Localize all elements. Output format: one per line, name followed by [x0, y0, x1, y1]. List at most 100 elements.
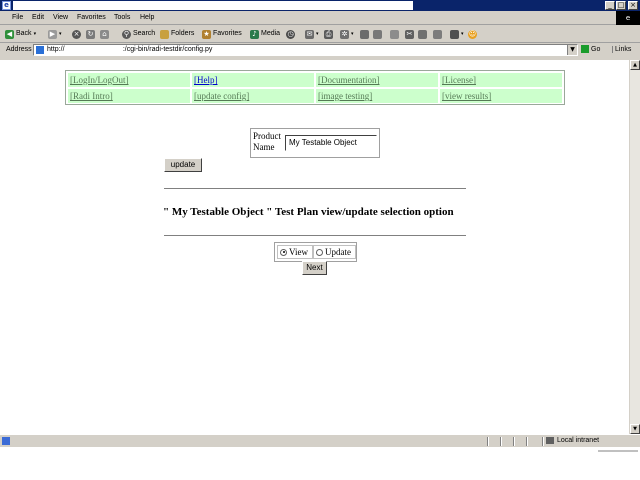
sync-icon [450, 29, 459, 39]
nav-cell-license: [License] [439, 72, 563, 88]
radio-update-button[interactable] [316, 248, 323, 256]
menu-view[interactable]: View [53, 14, 68, 21]
nav-link-license[interactable]: [License] [442, 75, 476, 85]
radio-view-option[interactable]: View [277, 245, 313, 259]
nav-link-help[interactable]: [Help] [194, 75, 218, 85]
product-name-label: Product Name [253, 131, 281, 152]
research-button[interactable] [390, 28, 399, 40]
discuss-button[interactable] [360, 28, 369, 40]
ie-window-icon[interactable]: e [2, 1, 11, 10]
home-icon: ⌂ [100, 29, 109, 39]
cut-button[interactable]: ✂ [405, 28, 414, 40]
mail-dropdown-icon[interactable]: ▾ [316, 28, 319, 40]
search-button[interactable]: ⚲ Search [122, 28, 155, 40]
messenger-smiley-button[interactable]: ☺ [468, 28, 477, 40]
ie-throbber-icon: e [616, 11, 640, 25]
divider-top [164, 188, 466, 190]
scroll-up-icon[interactable]: ▲ [630, 60, 640, 70]
desktop-area [0, 447, 640, 480]
gear-icon: ✲ [340, 29, 349, 39]
radio-update-option[interactable]: Update [313, 245, 356, 259]
status-bar: Local intranet [0, 434, 640, 447]
nav-link-radi-intro[interactable]: [Radi Intro] [70, 91, 113, 101]
links-button[interactable]: Links [612, 46, 631, 53]
page-content: [LogIn/LogOut] [Help] [Documentation] [L… [0, 60, 629, 434]
address-input[interactable]: http:// :/cgi-bin/radi-testdir/config.py… [33, 44, 578, 56]
refresh-icon: ↻ [86, 29, 95, 39]
edit-page-button[interactable] [373, 28, 382, 40]
back-label: Back [16, 30, 32, 37]
update-button[interactable]: update [164, 158, 202, 172]
nav-cell-login: [LogIn/LogOut] [67, 72, 191, 88]
smiley-icon: ☺ [468, 29, 477, 39]
product-name-table: Product Name My Testable Object [250, 128, 380, 158]
security-zone: Local intranet [546, 437, 599, 444]
menu-file[interactable]: File [12, 14, 23, 21]
copy-button[interactable] [418, 28, 427, 40]
paste-button[interactable] [433, 28, 442, 40]
folders-button[interactable]: Folders [160, 28, 194, 40]
nav-link-documentation[interactable]: [Documentation] [318, 75, 379, 85]
nav-link-image-testing[interactable]: [image testing] [318, 91, 372, 101]
maximize-button[interactable]: □ [616, 1, 626, 10]
page-status-icon [2, 437, 10, 445]
stop-icon: × [72, 29, 81, 39]
history-button[interactable]: ◷ [286, 28, 295, 40]
go-label: Go [591, 45, 601, 53]
standard-toolbar: ◀ Back ▾ ▶ ▾ × ↻ ⌂ ⚲ Search Folders ★ Fa… [0, 25, 640, 43]
menu-edit[interactable]: Edit [32, 14, 44, 21]
status-separator [487, 437, 489, 446]
window-title [13, 1, 413, 10]
status-separator [513, 437, 515, 446]
print-icon: ⎙ [324, 29, 333, 39]
media-button[interactable]: ♪ Media [250, 28, 280, 40]
nav-cell-help: [Help] [191, 72, 315, 88]
forward-dropdown-icon[interactable]: ▾ [59, 28, 62, 40]
copy-icon [418, 29, 427, 39]
back-button[interactable]: ◀ Back ▾ [5, 28, 36, 40]
print-button[interactable]: ⎙ [324, 28, 333, 40]
close-button[interactable]: × [628, 1, 638, 10]
back-arrow-icon: ◀ [5, 29, 14, 39]
menu-help[interactable]: Help [140, 14, 154, 21]
edit-icon [373, 29, 382, 39]
product-name-input[interactable]: My Testable Object [285, 135, 377, 151]
nav-cell-image-testing: [image testing] [315, 88, 439, 104]
research-icon [390, 29, 399, 39]
nav-link-view-results[interactable]: [view results] [442, 91, 491, 101]
messenger-dropdown-icon[interactable]: ▾ [351, 28, 354, 40]
radio-view-label: View [289, 247, 308, 257]
sync-button[interactable]: ▾ [450, 28, 464, 40]
paste-icon [433, 29, 442, 39]
nav-cell-view-results: [view results] [439, 88, 563, 104]
favorites-button[interactable]: ★ Favorites [202, 28, 242, 40]
mail-icon: ✉ [305, 29, 314, 39]
address-dropdown-icon[interactable]: ▼ [567, 45, 577, 55]
menu-favorites[interactable]: Favorites [77, 14, 106, 21]
page-icon [36, 46, 44, 54]
messenger-button[interactable]: ✲ ▾ [340, 28, 354, 40]
address-url[interactable]: http:// :/cgi-bin/radi-testdir/config.py [47, 46, 212, 53]
intranet-icon [546, 437, 554, 444]
title-bar: e _ □ × [0, 0, 640, 11]
scroll-down-icon[interactable]: ▼ [630, 424, 640, 434]
nav-link-update-config[interactable]: [update config] [194, 91, 249, 101]
radio-view-button[interactable] [280, 248, 287, 256]
menu-tools[interactable]: Tools [114, 14, 130, 21]
refresh-button[interactable]: ↻ [86, 28, 95, 40]
go-button[interactable]: Go [581, 45, 600, 53]
minimize-button[interactable]: _ [605, 1, 615, 10]
forward-button[interactable]: ▶ ▾ [48, 28, 62, 40]
stop-button[interactable]: × [72, 28, 81, 40]
nav-link-login[interactable]: [LogIn/LogOut] [70, 75, 129, 85]
favorites-label: Favorites [213, 30, 242, 37]
sync-dropdown-icon[interactable]: ▾ [461, 28, 464, 40]
vertical-scrollbar[interactable]: ▲ ▼ [629, 60, 640, 434]
next-button[interactable]: Next [302, 261, 327, 275]
mail-button[interactable]: ✉ ▾ [305, 28, 319, 40]
menu-bar: File Edit View Favorites Tools Help e [0, 11, 640, 25]
home-button[interactable]: ⌂ [100, 28, 109, 40]
address-label: Address [6, 46, 32, 53]
search-label: Search [133, 30, 156, 37]
back-dropdown-icon[interactable]: ▾ [34, 28, 37, 40]
